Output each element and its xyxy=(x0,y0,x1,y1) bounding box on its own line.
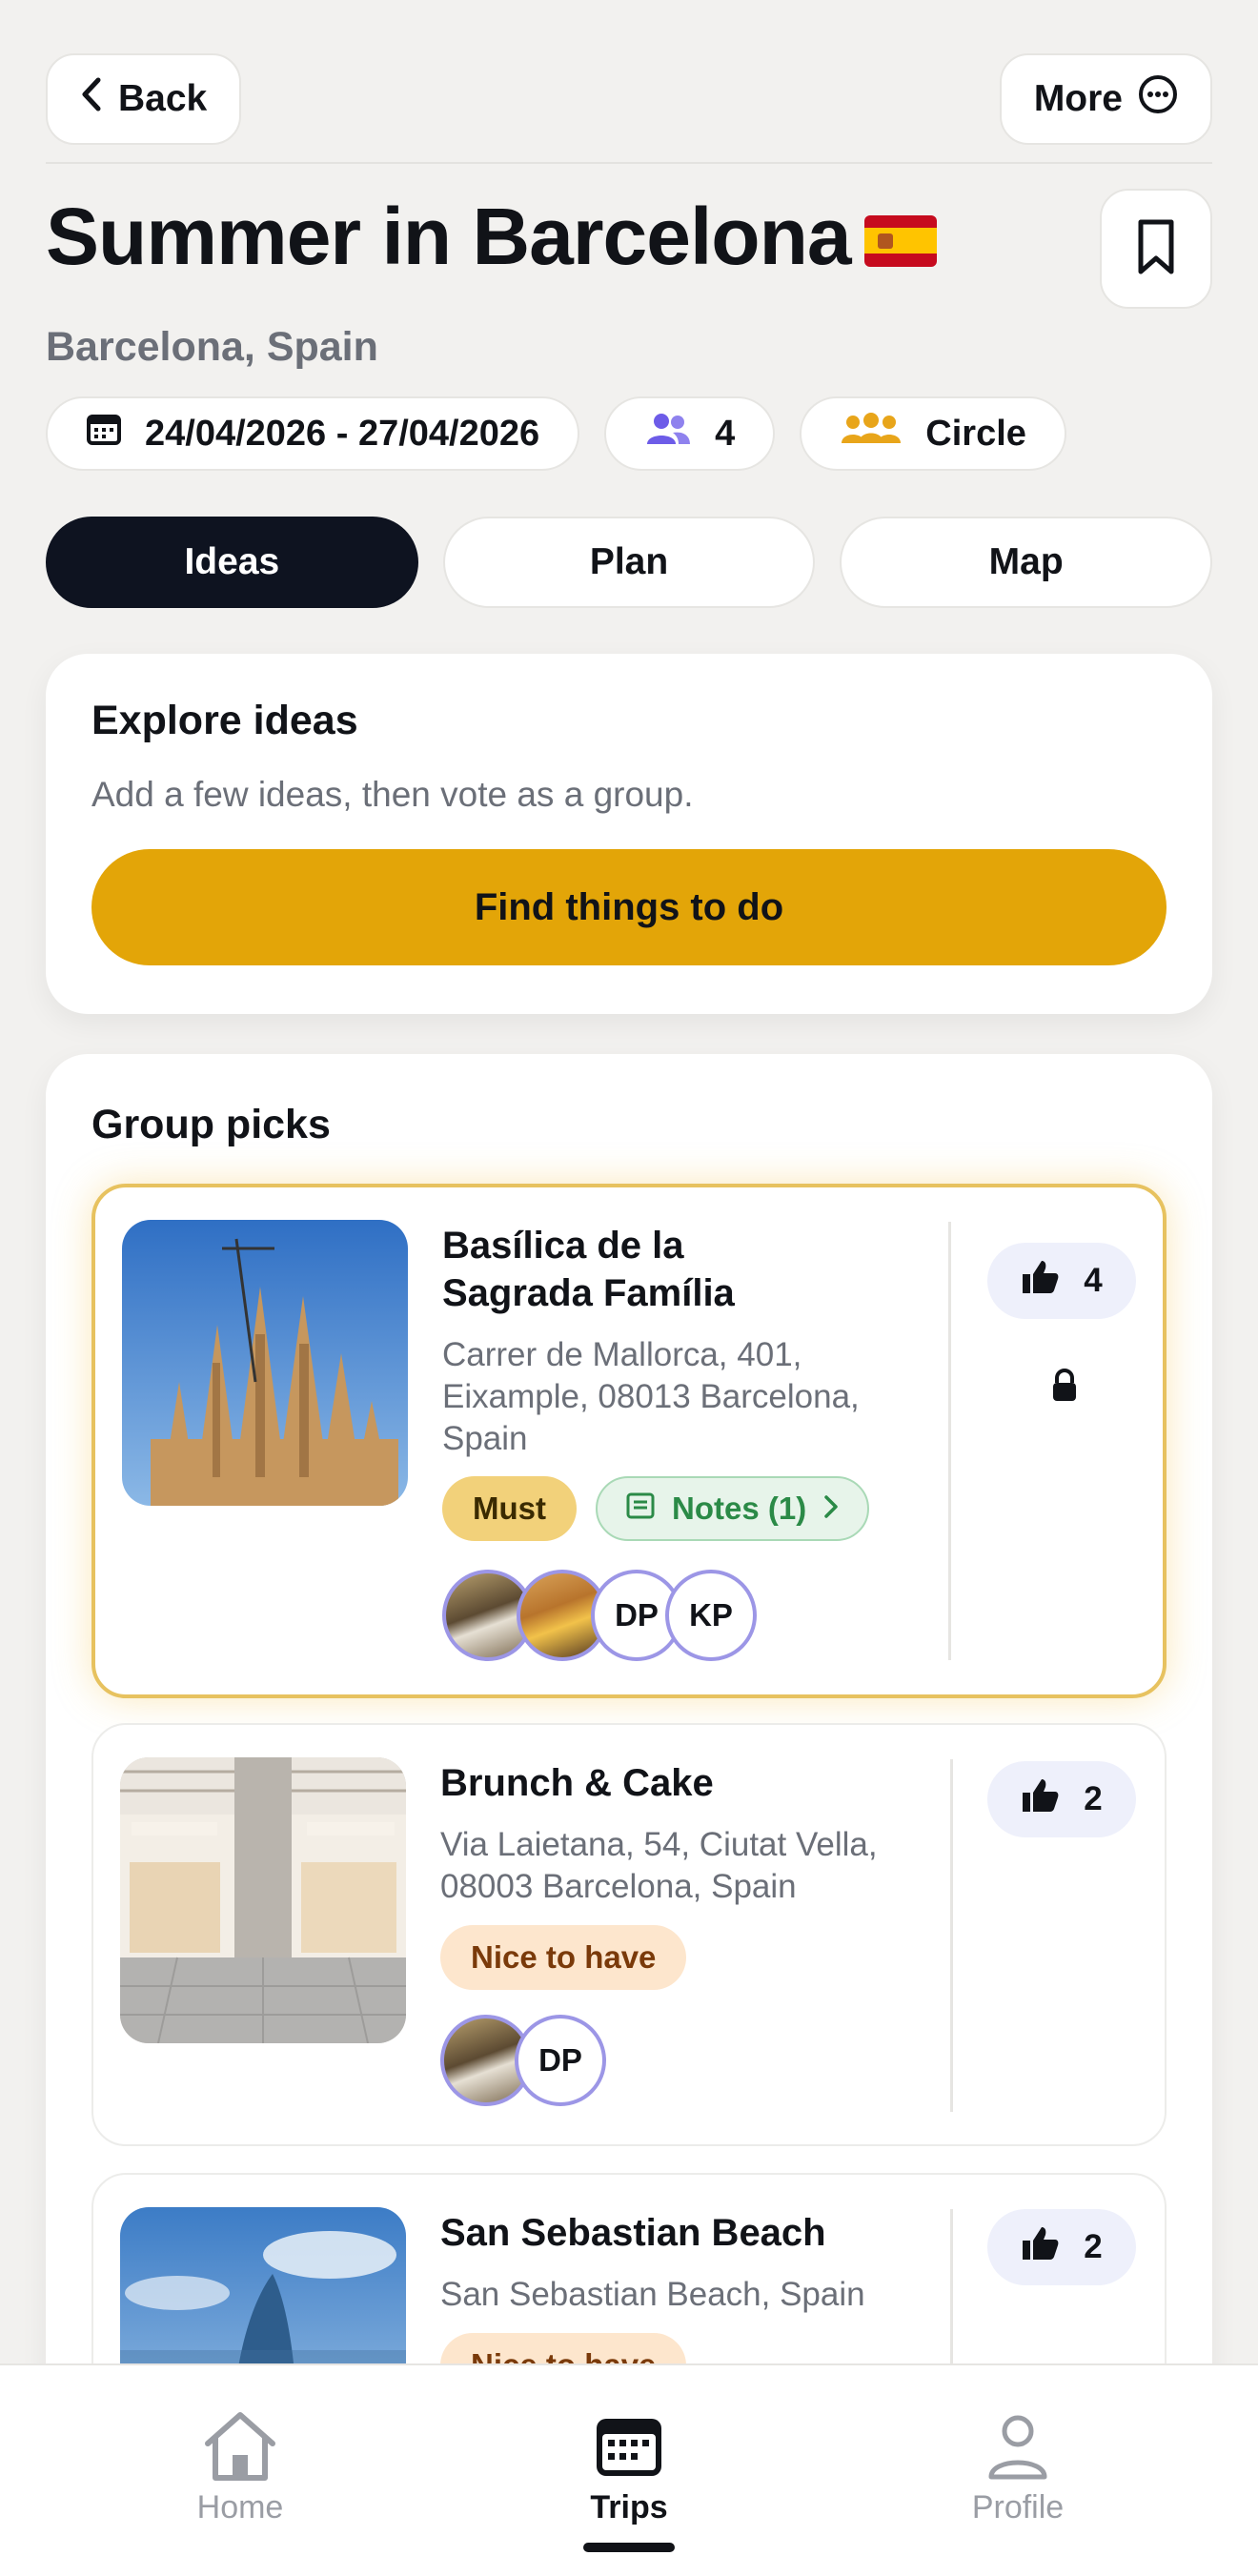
explore-ideas-card: Explore ideas Add a few ideas, then vote… xyxy=(46,654,1212,1014)
priority-badge[interactable]: Must xyxy=(442,1476,577,1542)
avatar: KP xyxy=(665,1570,757,1662)
notes-icon xyxy=(626,1491,655,1527)
address-line: Eixample, 08013 Barcelona, xyxy=(442,1377,860,1415)
idea-name: San Sebastian Beach xyxy=(440,2212,826,2254)
idea-card-sagrada-familia[interactable]: Basílica de la Sagrada Família Carrer de… xyxy=(91,1184,1167,1698)
tab-plan[interactable]: Plan xyxy=(442,517,816,608)
trip-title-text: Summer in Barcelona xyxy=(46,192,852,281)
group-picks-title: Group picks xyxy=(91,1102,331,1147)
calendar-grid-icon xyxy=(534,2404,724,2489)
nav-profile-label: Profile xyxy=(971,2489,1065,2525)
voter-avatars: DP xyxy=(440,2014,951,2106)
address-line: 08003 Barcelona, Spain xyxy=(440,1867,797,1905)
voter-avatars: DP KP xyxy=(442,1570,944,1662)
calendar-icon xyxy=(86,412,122,456)
tab-map[interactable]: Map xyxy=(840,517,1213,608)
back-button[interactable]: Back xyxy=(46,53,242,145)
circle-label: Circle xyxy=(925,413,1026,454)
chevron-right-icon xyxy=(823,1491,839,1527)
address-line: Spain xyxy=(442,1419,528,1457)
chevron-left-icon xyxy=(80,77,103,121)
thumbs-up-icon xyxy=(1021,1259,1059,1304)
nav-trips[interactable]: Trips xyxy=(534,2404,724,2526)
idea-address: Carrer de Mallorca, 401, Eixample, 08013… xyxy=(442,1334,944,1459)
priority-badge[interactable]: Nice to have xyxy=(440,1924,687,1990)
dates-label: 24/04/2026 - 27/04/2026 xyxy=(145,413,540,454)
home-icon xyxy=(145,2404,335,2489)
idea-tags: Nice to have xyxy=(440,1924,951,1990)
bottom-nav: Home Trips Profile xyxy=(0,2363,1258,2576)
back-label: Back xyxy=(118,78,208,119)
idea-details: Basílica de la Sagrada Família Carrer de… xyxy=(442,1222,944,1662)
idea-name-line: Sagrada Família xyxy=(442,1272,735,1314)
group-icon xyxy=(840,413,903,455)
more-label: More xyxy=(1033,78,1123,119)
members-chip[interactable]: 4 xyxy=(604,396,776,471)
idea-name: Brunch & Cake xyxy=(440,1762,714,1804)
nav-profile[interactable]: Profile xyxy=(923,2404,1113,2526)
address-line: Carrer de Mallorca, 401, xyxy=(442,1336,802,1373)
explore-title: Explore ideas xyxy=(91,698,358,743)
thumbs-up-icon xyxy=(1021,1777,1059,1822)
card-divider xyxy=(948,1222,951,1660)
top-bar: Back More xyxy=(46,53,1212,145)
idea-details: Brunch & Cake Via Laietana, 54, Ciutat V… xyxy=(440,1759,951,2106)
idea-name: Basílica de la Sagrada Família xyxy=(442,1222,944,1317)
vote-count: 2 xyxy=(1084,1780,1103,1817)
group-picks-card: Group picks Basílica de la Sagrada Famíl… xyxy=(46,1054,1212,2576)
notes-label: Notes (1) xyxy=(672,1491,807,1527)
trip-screen: Back More Summer in Barcelona Barcelona,… xyxy=(0,0,1258,2576)
trip-title: Summer in Barcelona xyxy=(46,191,937,283)
notes-button[interactable]: Notes (1) xyxy=(596,1476,870,1542)
circle-chip[interactable]: Circle xyxy=(800,396,1066,471)
dates-chip[interactable]: 24/04/2026 - 27/04/2026 xyxy=(46,396,580,471)
address-line: Via Laietana, 54, Ciutat Vella, xyxy=(440,1826,878,1863)
person-icon xyxy=(923,2404,1113,2489)
vote-count: 4 xyxy=(1084,1262,1103,1299)
active-tab-indicator xyxy=(583,2543,675,2552)
find-things-button[interactable]: Find things to do xyxy=(91,849,1167,965)
idea-name-line: Basílica de la xyxy=(442,1225,684,1267)
spain-flag-icon xyxy=(863,214,937,267)
nav-home[interactable]: Home xyxy=(145,2404,335,2526)
nav-home-label: Home xyxy=(196,2489,284,2525)
explore-subtitle: Add a few ideas, then vote as a group. xyxy=(91,775,694,814)
sagrada-familia-photo xyxy=(122,1220,408,1506)
vote-count: 2 xyxy=(1084,2228,1103,2265)
members-count: 4 xyxy=(715,413,736,454)
idea-address: San Sebastian Beach, Spain xyxy=(440,2276,865,2313)
bookmark-icon xyxy=(1135,218,1177,280)
thumbs-up-icon xyxy=(1021,2225,1059,2270)
header-divider xyxy=(46,162,1212,164)
lock-icon xyxy=(1050,1369,1079,1408)
people-icon xyxy=(644,412,692,456)
more-dots-icon xyxy=(1138,74,1178,124)
vote-button[interactable]: 2 xyxy=(987,2209,1136,2285)
trip-location: Barcelona, Spain xyxy=(46,324,378,370)
tab-ideas[interactable]: Ideas xyxy=(46,517,418,608)
nav-trips-label: Trips xyxy=(590,2489,668,2525)
brunch-cake-photo xyxy=(120,1757,406,2043)
avatar: DP xyxy=(515,2014,606,2106)
vote-button[interactable]: 2 xyxy=(987,1761,1136,1837)
card-divider xyxy=(950,1759,953,2112)
trip-meta-chips: 24/04/2026 - 27/04/2026 4 Circle xyxy=(46,396,1066,471)
idea-card-brunch-cake[interactable]: Brunch & Cake Via Laietana, 54, Ciutat V… xyxy=(91,1723,1167,2146)
more-button[interactable]: More xyxy=(999,53,1212,145)
idea-tags: Must Notes (1) xyxy=(442,1476,944,1542)
bookmark-button[interactable] xyxy=(1100,189,1212,309)
idea-address: Via Laietana, 54, Ciutat Vella, 08003 Ba… xyxy=(440,1824,951,1908)
trip-tabs: Ideas Plan Map xyxy=(46,517,1213,608)
vote-button[interactable]: 4 xyxy=(987,1243,1136,1319)
